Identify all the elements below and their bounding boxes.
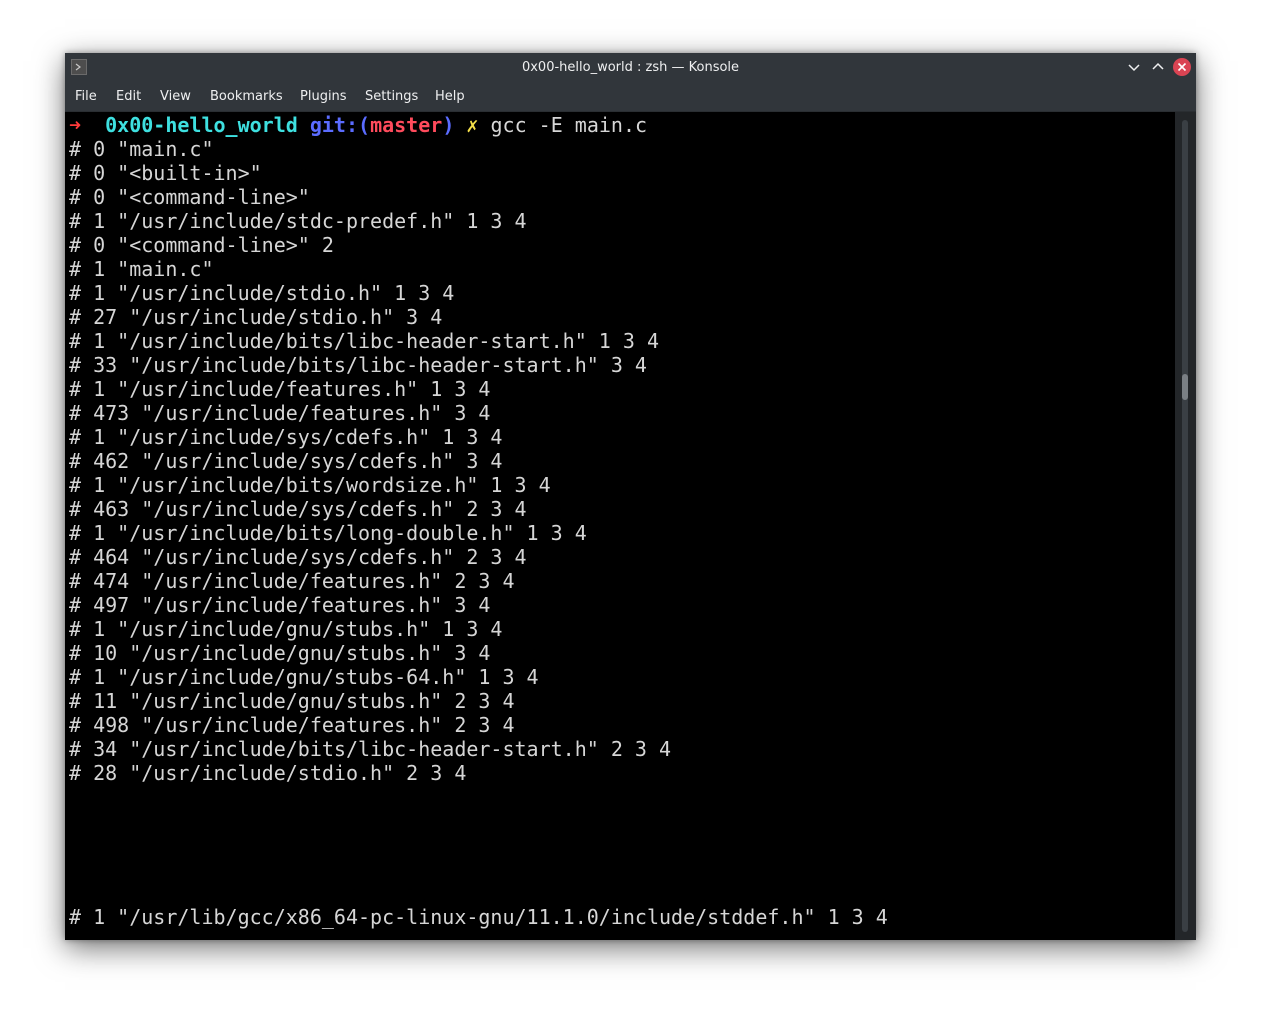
output-line: # 0 "main.c" bbox=[69, 137, 214, 161]
scrollbar-thumb[interactable] bbox=[1182, 374, 1188, 400]
output-line: # 497 "/usr/include/features.h" 3 4 bbox=[69, 593, 491, 617]
window-title: 0x00-hello_world : zsh — Konsole bbox=[521, 60, 740, 75]
menu-bookmarks[interactable]: Bookmarks bbox=[210, 82, 283, 112]
prompt-branch: master bbox=[370, 113, 443, 137]
prompt-line: ➜ 0x00-hello_world git:(master) ✗ gcc -E… bbox=[69, 113, 647, 137]
output-line: # 463 "/usr/include/sys/cdefs.h" 2 3 4 bbox=[69, 497, 527, 521]
prompt-git-close: ) bbox=[442, 113, 455, 137]
output-line: # 10 "/usr/include/gnu/stubs.h" 3 4 bbox=[69, 641, 491, 665]
prompt-git-label: git:( bbox=[309, 113, 371, 137]
prompt-command: gcc -E main.c bbox=[490, 113, 648, 137]
output-line: # 34 "/usr/include/bits/libc-header-star… bbox=[69, 737, 672, 761]
menu-plugins[interactable]: Plugins bbox=[300, 82, 347, 112]
vertical-scrollbar[interactable] bbox=[1175, 112, 1196, 940]
chevron-down-icon bbox=[1128, 64, 1140, 72]
scrollbar-track[interactable] bbox=[1182, 120, 1188, 932]
menu-file[interactable]: File bbox=[75, 82, 97, 112]
output-line: # 1 "/usr/include/gnu/stubs-64.h" 1 3 4 bbox=[69, 665, 539, 689]
close-button[interactable] bbox=[1173, 58, 1191, 76]
output-line-last: # 1 "/usr/lib/gcc/x86_64-pc-linux-gnu/11… bbox=[69, 905, 888, 929]
close-icon bbox=[1177, 62, 1187, 72]
output-line: # 1 "main.c" bbox=[69, 257, 214, 281]
output-line: # 27 "/usr/include/stdio.h" 3 4 bbox=[69, 305, 443, 329]
output-line: # 498 "/usr/include/features.h" 2 3 4 bbox=[69, 713, 515, 737]
prompt-arrow: ➜ bbox=[69, 113, 82, 137]
output-line: # 0 "<command-line>" 2 bbox=[69, 233, 334, 257]
output-line: # 462 "/usr/include/sys/cdefs.h" 3 4 bbox=[69, 449, 503, 473]
output-line: # 1 "/usr/include/features.h" 1 3 4 bbox=[69, 377, 491, 401]
title-bar[interactable]: 0x00-hello_world : zsh — Konsole bbox=[65, 53, 1196, 82]
output-line: # 1 "/usr/include/bits/long-double.h" 1 … bbox=[69, 521, 587, 545]
chevron-up-icon bbox=[1152, 62, 1164, 70]
output-line: # 1 "/usr/include/stdio.h" 1 3 4 bbox=[69, 281, 455, 305]
output-line: # 11 "/usr/include/gnu/stubs.h" 2 3 4 bbox=[69, 689, 515, 713]
output-line: # 1 "/usr/include/bits/wordsize.h" 1 3 4 bbox=[69, 473, 551, 497]
maximize-button[interactable] bbox=[1149, 58, 1167, 76]
output-line: # 0 "<built-in>" bbox=[69, 161, 262, 185]
output-line: # 1 "/usr/include/bits/libc-header-start… bbox=[69, 329, 660, 353]
output-line: # 33 "/usr/include/bits/libc-header-star… bbox=[69, 353, 647, 377]
menu-view[interactable]: View bbox=[160, 82, 191, 112]
menu-bar: File Edit View Bookmarks Plugins Setting… bbox=[65, 82, 1196, 112]
menu-edit[interactable]: Edit bbox=[116, 82, 141, 112]
output-line: # 1 "/usr/include/stdc-predef.h" 1 3 4 bbox=[69, 209, 527, 233]
output-line: # 1 "/usr/include/gnu/stubs.h" 1 3 4 bbox=[69, 617, 503, 641]
konsole-window: 0x00-hello_world : zsh — Konsole File Ed… bbox=[65, 53, 1196, 940]
output-line: # 0 "<command-line>" bbox=[69, 185, 310, 209]
minimize-button[interactable] bbox=[1125, 58, 1143, 76]
output-line: # 474 "/usr/include/features.h" 2 3 4 bbox=[69, 569, 515, 593]
output-line: # 473 "/usr/include/features.h" 3 4 bbox=[69, 401, 491, 425]
terminal-view[interactable]: ➜ 0x00-hello_world git:(master) ✗ gcc -E… bbox=[65, 112, 1175, 940]
prompt-dirty-mark: ✗ bbox=[466, 113, 479, 137]
menu-settings[interactable]: Settings bbox=[365, 82, 418, 112]
output-line: # 28 "/usr/include/stdio.h" 2 3 4 bbox=[69, 761, 467, 785]
output-line: # 1 "/usr/include/sys/cdefs.h" 1 3 4 bbox=[69, 425, 503, 449]
prompt-directory: 0x00-hello_world bbox=[105, 113, 298, 137]
menu-help[interactable]: Help bbox=[435, 82, 465, 112]
output-line: # 464 "/usr/include/sys/cdefs.h" 2 3 4 bbox=[69, 545, 527, 569]
